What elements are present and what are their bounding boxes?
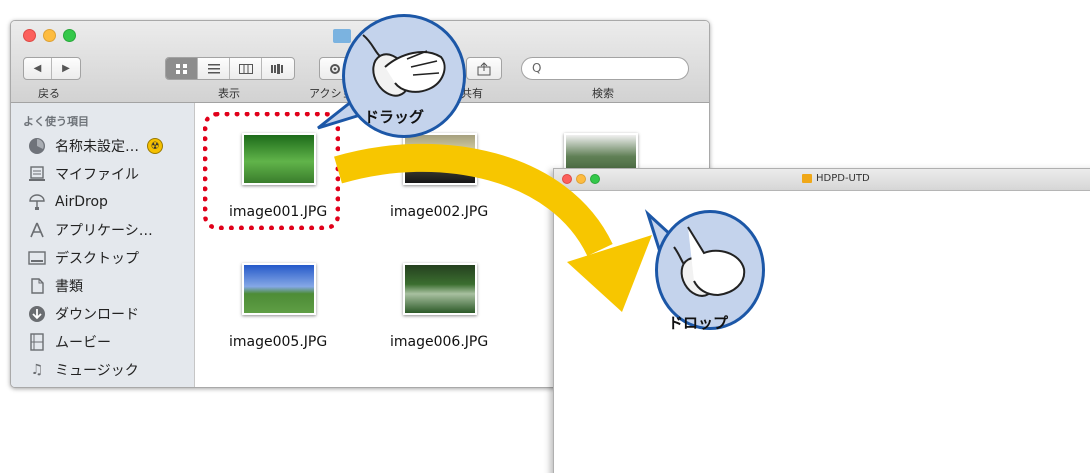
screenshot-stage: ◀ ▶ Q 戻る 表示 アクション 共有 検索 よく使う項目 名称未設定… ☢ … xyxy=(0,0,1090,473)
drop-callout xyxy=(644,209,675,256)
mouse-hand-icon xyxy=(673,226,746,297)
drop-label: ドロップ xyxy=(668,314,729,332)
